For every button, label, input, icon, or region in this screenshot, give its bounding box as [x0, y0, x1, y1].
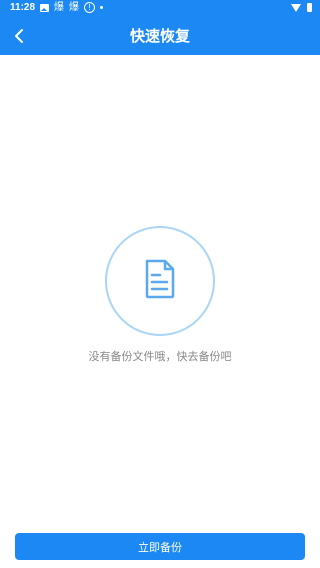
image-notification-icon	[40, 3, 49, 12]
backup-now-button[interactable]: 立即备份	[15, 533, 305, 560]
document-icon	[145, 259, 175, 299]
status-time: 11:28	[10, 2, 36, 13]
page-title: 快速恢复	[129, 27, 190, 45]
empty-state-illustration	[105, 226, 215, 336]
status-system-icons	[291, 3, 312, 12]
alert-icon: !	[84, 2, 95, 13]
battery-icon	[307, 3, 312, 12]
app-notification-icon-2: 爆	[69, 1, 79, 13]
more-notifications-dot-icon	[100, 6, 103, 9]
app-header: 快速恢复	[0, 17, 320, 55]
status-bar: 11:28 爆 爆 !	[0, 0, 320, 17]
empty-state-message: 没有备份文件哦，快去备份吧	[88, 350, 232, 363]
status-notification-icons: 爆 爆 !	[40, 2, 103, 13]
wifi-icon	[291, 3, 301, 12]
app-notification-icon: 爆	[54, 1, 64, 13]
